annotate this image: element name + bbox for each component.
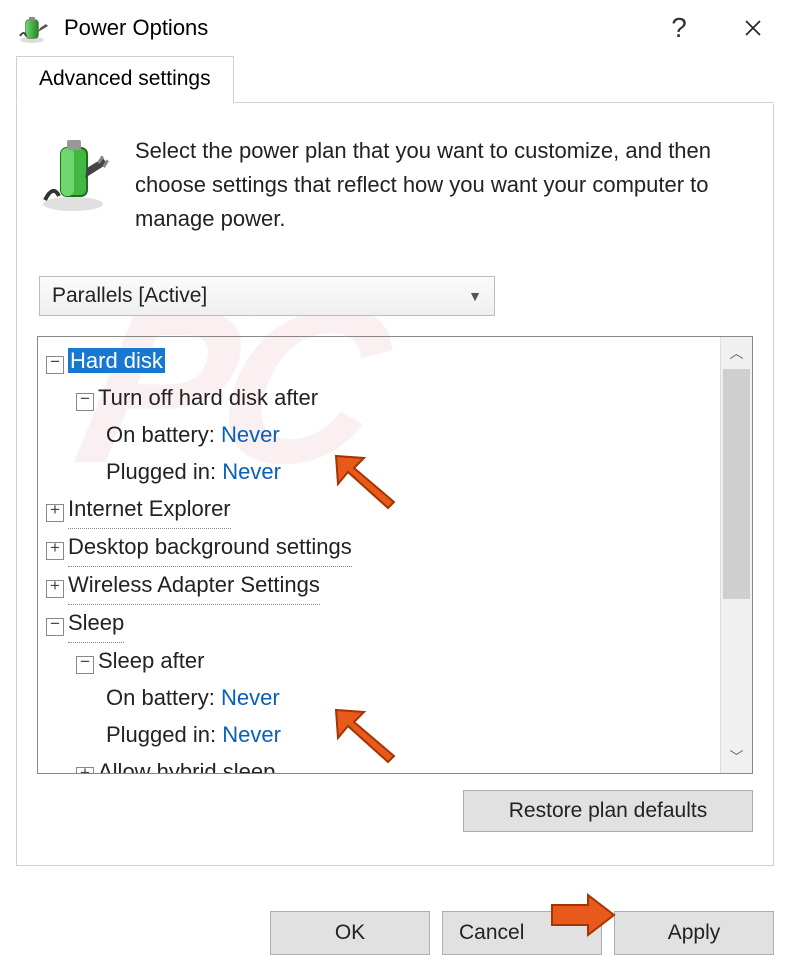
battery-plug-icon [41, 134, 111, 214]
tree-node-sleep-after[interactable]: −Sleep after [42, 643, 716, 680]
tree-node-desktop-background[interactable]: +Desktop background settings [42, 529, 716, 567]
dialog-button-bar: OK Cancel Apply [0, 911, 790, 955]
ok-button[interactable]: OK [270, 911, 430, 955]
expand-icon[interactable]: + [46, 542, 64, 560]
scroll-up-icon[interactable]: ︿ [721, 337, 752, 369]
tree-node-sleep[interactable]: −Sleep [42, 605, 716, 643]
annotation-arrow-icon [328, 450, 398, 520]
scroll-thumb[interactable] [723, 369, 750, 599]
tree-leaf-hd-on-battery[interactable]: On battery: Never [42, 417, 716, 454]
tree-node-hard-disk[interactable]: −Hard disk [42, 343, 716, 380]
tab-advanced-settings[interactable]: Advanced settings [16, 56, 234, 104]
annotation-arrow-icon [548, 893, 618, 941]
collapse-icon[interactable]: − [46, 356, 64, 374]
chevron-down-icon: ▼ [468, 288, 482, 304]
scroll-down-icon[interactable]: ﹀ [721, 741, 752, 773]
expand-icon[interactable]: + [46, 504, 64, 522]
window-title: Power Options [64, 15, 642, 41]
annotation-arrow-icon [328, 704, 398, 774]
tree-node-turn-off-hard-disk[interactable]: −Turn off hard disk after [42, 380, 716, 417]
collapse-icon[interactable]: − [46, 618, 64, 636]
tab-bar: Advanced settings [0, 56, 790, 104]
collapse-icon[interactable]: − [76, 656, 94, 674]
intro-section: Select the power plan that you want to c… [37, 134, 753, 256]
restore-defaults-button[interactable]: Restore plan defaults [463, 790, 753, 832]
collapse-icon[interactable]: − [76, 393, 94, 411]
expand-icon[interactable]: + [76, 767, 94, 774]
close-button[interactable] [716, 0, 790, 56]
tree-node-wireless-adapter[interactable]: +Wireless Adapter Settings [42, 567, 716, 605]
tree-scrollbar[interactable]: ︿ ﹀ [720, 337, 752, 773]
power-plan-dropdown[interactable]: Parallels [Active] ▼ [39, 276, 495, 316]
help-button[interactable]: ? [642, 0, 716, 56]
intro-text: Select the power plan that you want to c… [135, 134, 743, 236]
power-options-dialog: PC Power Options ? [0, 0, 790, 967]
titlebar: Power Options ? [0, 0, 790, 56]
apply-button[interactable]: Apply [614, 911, 774, 955]
plan-selected-label: Parallels [Active] [52, 284, 207, 308]
battery-icon [18, 12, 50, 44]
expand-icon[interactable]: + [46, 580, 64, 598]
